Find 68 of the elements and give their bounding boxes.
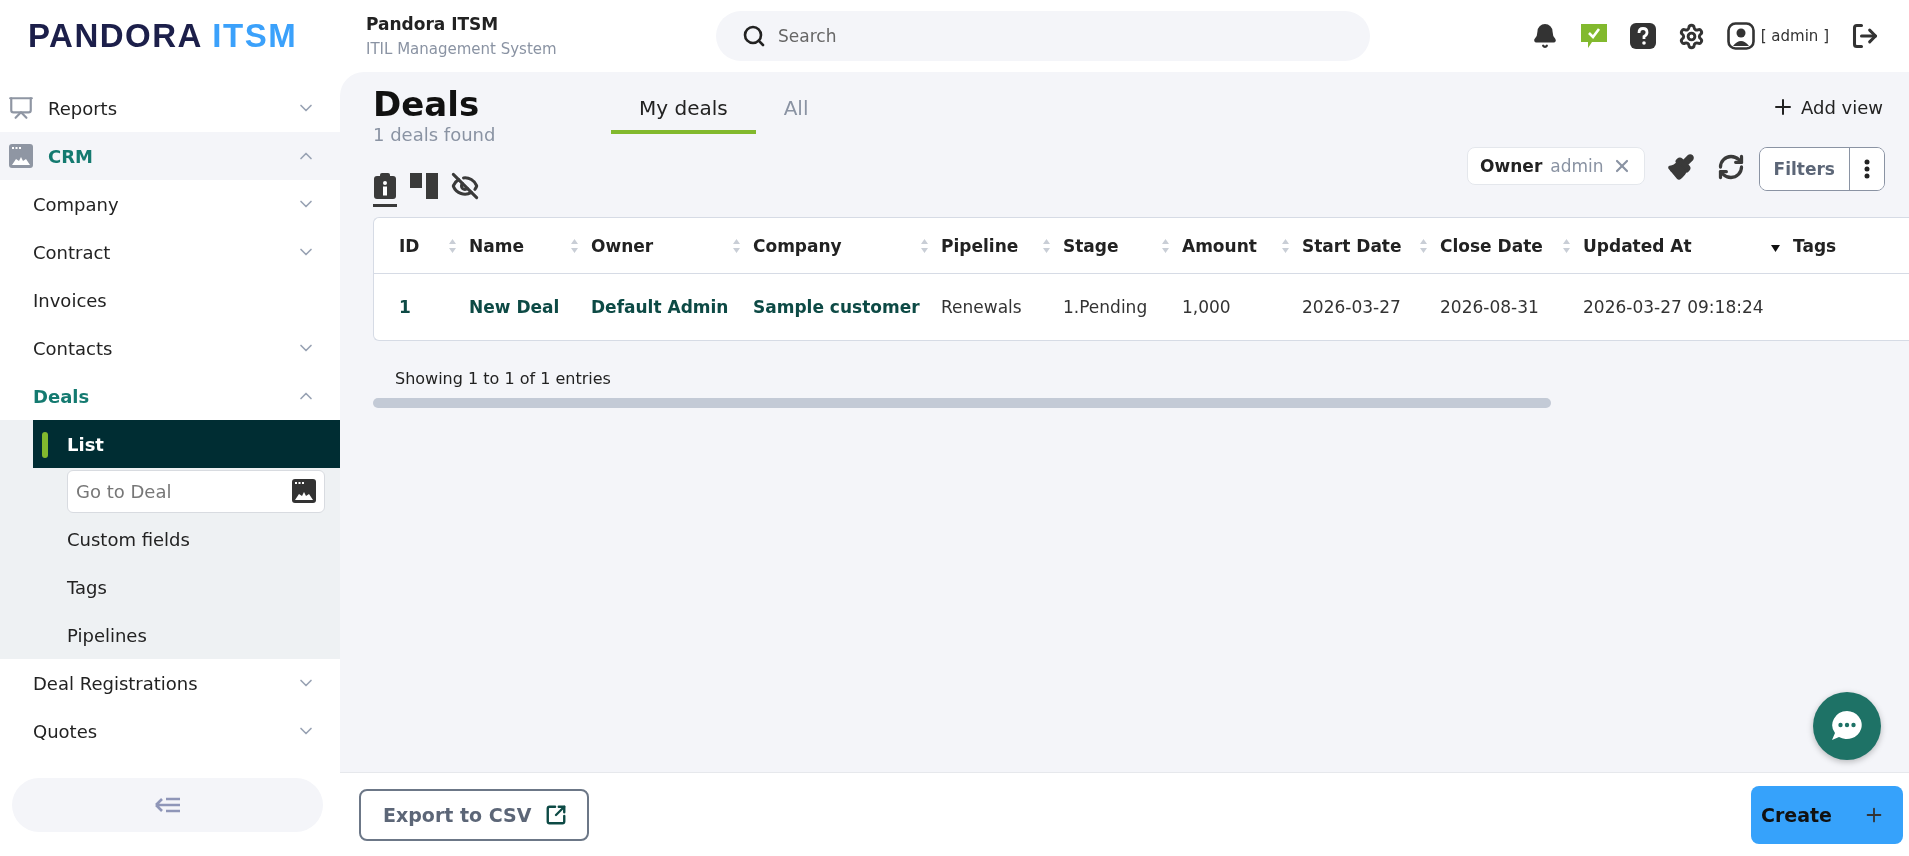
scrollbar[interactable] xyxy=(373,398,1551,408)
result-count: 1 deals found xyxy=(373,124,497,145)
tab[interactable]: My deals xyxy=(611,90,756,134)
clipboard-info-icon xyxy=(373,172,397,200)
columns-icon xyxy=(409,172,439,200)
sidebar-item[interactable]: Quotes xyxy=(0,707,340,755)
column-header[interactable]: Owner xyxy=(591,235,753,256)
sidebar-link[interactable]: Pipelines xyxy=(33,611,340,659)
column-header[interactable]: Tags xyxy=(1793,235,1893,256)
column-header[interactable]: Stage xyxy=(1063,235,1182,256)
table-link[interactable]: Sample customer xyxy=(753,297,941,317)
logo: PANDORA ITSM xyxy=(28,17,298,55)
column-header[interactable]: Start Date xyxy=(1302,235,1440,256)
column-header[interactable]: Amount xyxy=(1182,235,1302,256)
column-header[interactable]: ID xyxy=(374,235,469,256)
entries-info: Showing 1 to 1 of 1 entries xyxy=(395,369,612,388)
filters-button[interactable]: Filters xyxy=(1759,148,1850,190)
chat-check-icon[interactable] xyxy=(1579,22,1608,50)
column-header[interactable]: Close Date xyxy=(1440,235,1583,256)
column-header[interactable]: Pipeline xyxy=(941,235,1063,256)
sidebar-item[interactable]: Deal Registrations xyxy=(0,659,340,707)
go-to-deal-field[interactable]: Go to Deal xyxy=(67,470,325,513)
presentation-icon xyxy=(8,95,34,121)
settings-icon[interactable] xyxy=(1677,22,1705,50)
sidebar-item[interactable]: Reports xyxy=(0,84,340,132)
logout-icon[interactable] xyxy=(1851,22,1879,50)
table-cell-text: 1,000 xyxy=(1182,297,1232,317)
table-cell-text: 2026-03-27 09:18:24 xyxy=(1583,297,1765,317)
more-options-button[interactable] xyxy=(1850,148,1884,190)
sidebar-link[interactable]: List xyxy=(33,420,340,468)
search-icon xyxy=(742,24,766,48)
table-cell-text: Renewals xyxy=(941,297,1023,317)
table-cell-text: 1.Pending xyxy=(1063,297,1149,317)
table-cell-text: 2026-08-31 xyxy=(1440,297,1540,317)
help-icon[interactable] xyxy=(1629,23,1656,49)
filter-chip[interactable]: Owner admin xyxy=(1467,147,1645,185)
column-header[interactable]: Company xyxy=(753,235,941,256)
view-mode-button[interactable] xyxy=(373,170,397,207)
sidebar-link[interactable]: Custom fields xyxy=(33,515,340,563)
create-button[interactable]: Create xyxy=(1751,785,1903,844)
search-field[interactable]: Search xyxy=(716,11,1370,61)
column-header[interactable]: Name xyxy=(469,235,591,256)
add-view-button[interactable]: Add view xyxy=(1764,94,1889,120)
collapse-icon xyxy=(153,796,182,814)
table-link[interactable]: New Deal xyxy=(469,297,591,317)
table-link[interactable]: 1 xyxy=(374,297,469,317)
table-cell-text: 2026-03-27 xyxy=(1302,297,1402,317)
export-csv-button[interactable]: Export to CSV xyxy=(359,788,590,841)
bell-icon[interactable] xyxy=(1531,23,1558,49)
sidebar-item[interactable]: CRM xyxy=(0,132,340,180)
column-header[interactable]: Updated At xyxy=(1583,235,1793,256)
sidebar-item[interactable]: Contacts xyxy=(0,324,340,372)
sidebar-link[interactable]: Tags xyxy=(33,563,340,611)
sidebar-item[interactable]: Invoices xyxy=(0,276,340,324)
app-title: Pandora ITSM xyxy=(366,14,500,34)
eye-off-icon xyxy=(451,172,479,200)
external-link-icon xyxy=(545,803,568,826)
user-icon xyxy=(1726,22,1755,50)
app-subtitle: ITIL Management System xyxy=(366,40,558,58)
refresh-icon[interactable] xyxy=(1716,153,1745,181)
page-title: Deals xyxy=(373,84,481,124)
sidebar-item[interactable]: Deals xyxy=(0,372,340,420)
table-link[interactable]: Default Admin xyxy=(591,297,753,317)
sidebar-item[interactable]: Contract xyxy=(0,228,340,276)
user-menu-button[interactable]: [ admin ] xyxy=(1726,22,1829,50)
more-icon xyxy=(1864,159,1870,179)
brush-icon[interactable] xyxy=(1666,153,1695,181)
sidebar-item[interactable]: Company xyxy=(0,180,340,228)
